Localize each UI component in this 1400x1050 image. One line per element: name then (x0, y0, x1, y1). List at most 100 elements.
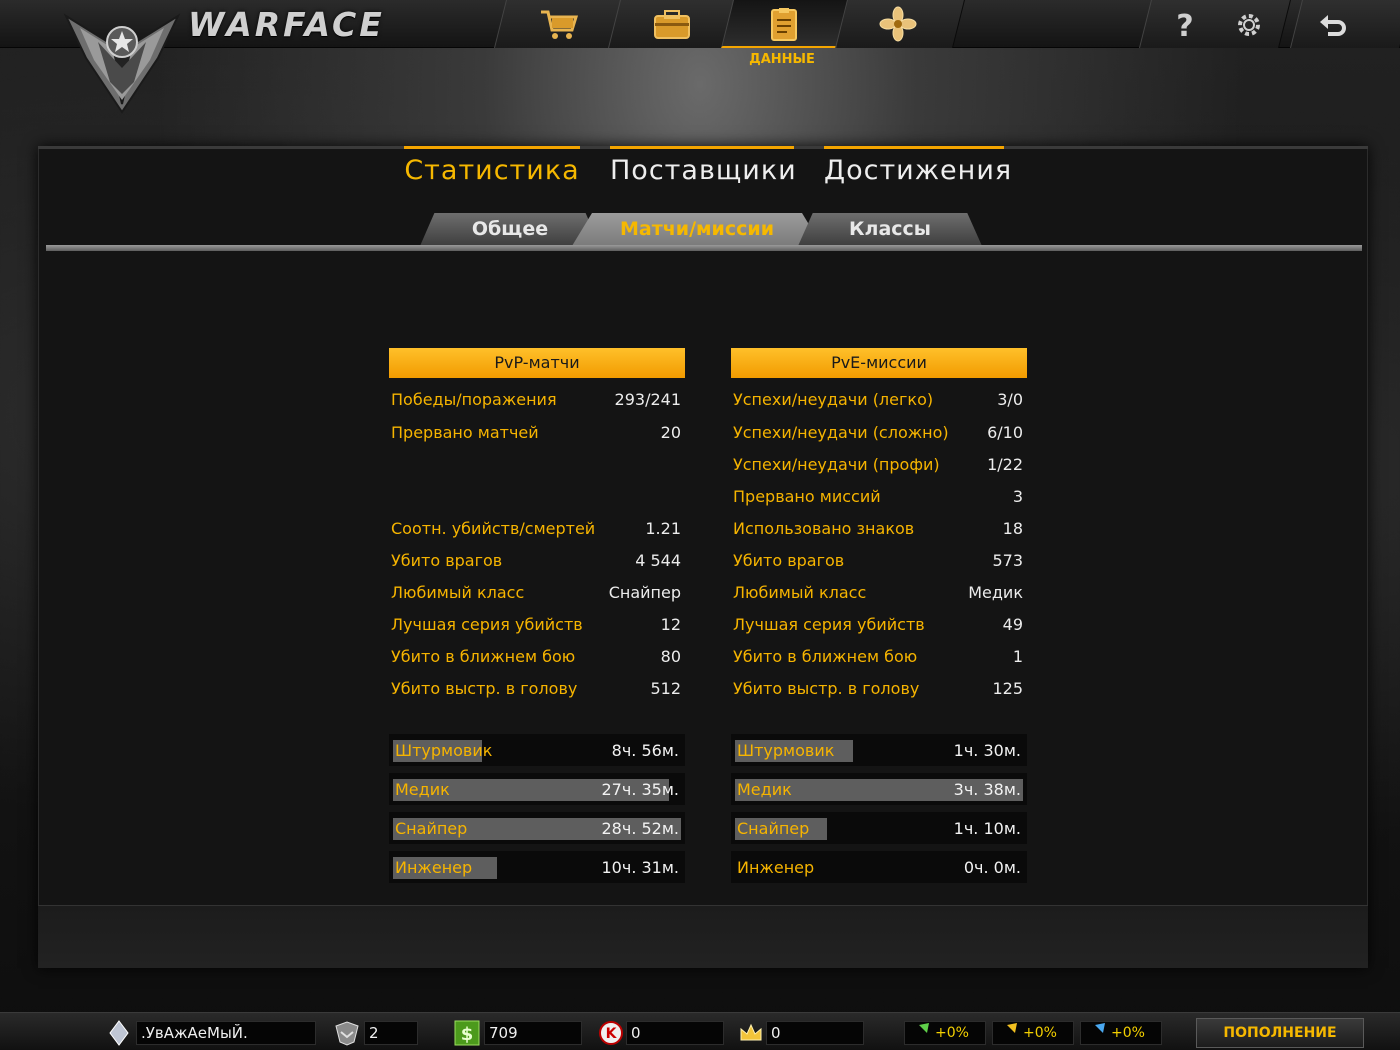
stat-row: Прервано миссий 3 (733, 487, 1023, 509)
stat-row: Любимый класс Медик (733, 583, 1023, 605)
stat-value: 49 (1002, 615, 1023, 634)
class-name: Снайпер (395, 819, 468, 838)
stat-row: Убито выстр. в голову 512 (391, 679, 681, 701)
stat-row: Победы/поражения 293/241 (391, 390, 681, 412)
stat-value: 125 (992, 679, 1023, 698)
stat-value: Снайпер (608, 583, 681, 602)
inventory-box-icon[interactable] (650, 6, 694, 42)
stat-row: Убито врагов 573 (733, 551, 1023, 573)
settings-gear-icon[interactable] (1232, 8, 1266, 42)
tab-statistics[interactable]: Статистика (404, 146, 580, 192)
stat-label: Успехи/неудачи (легко) (733, 390, 934, 409)
pve-header: PvE-миссии (731, 348, 1027, 378)
class-time-row: Медик 3ч. 38м. (731, 773, 1027, 805)
stat-label: Любимый класс (391, 583, 525, 602)
stat-label: Прервано миссий (733, 487, 881, 506)
stat-row: Убито врагов 4 544 (391, 551, 681, 573)
stat-row: Убито в ближнем бою 80 (391, 647, 681, 669)
class-time: 1ч. 30м. (953, 741, 1021, 760)
help-icon[interactable]: ? (1168, 8, 1202, 42)
class-time-row: Штурмовик 8ч. 56м. (389, 734, 685, 766)
stat-label: Победы/поражения (391, 390, 557, 409)
kredits-field: 0 (626, 1021, 724, 1045)
stat-value: 12 (660, 615, 681, 634)
class-time: 10ч. 31м. (601, 858, 680, 877)
class-name: Штурмовик (737, 741, 835, 760)
money-bonus: +0% (992, 1021, 1074, 1045)
warbucks-field: 709 (484, 1021, 582, 1045)
blue-arrow-icon (1085, 1023, 1105, 1043)
class-time-row: Инженер 0ч. 0м. (731, 851, 1027, 883)
stat-row: Прервано матчей 20 (391, 423, 681, 445)
top-up-account-button[interactable]: ПОПОЛНЕНИЕ СЧЕТА (1196, 1018, 1364, 1048)
stat-label: Убито врагов (733, 551, 845, 570)
class-time-row: Инженер 10ч. 31м. (389, 851, 685, 883)
stat-value: 3 (1012, 487, 1023, 506)
stat-value: 4 544 (635, 551, 681, 570)
class-time: 8ч. 56м. (611, 741, 679, 760)
stat-row: Лучшая серия убийств 12 (391, 615, 681, 637)
exit-back-icon[interactable] (1316, 8, 1350, 42)
class-name: Инженер (737, 858, 815, 877)
class-name: Инженер (395, 858, 473, 877)
stat-value: 20 (660, 423, 681, 442)
svg-text:$: $ (461, 1024, 474, 1045)
stat-value: 3/0 (997, 390, 1023, 409)
crown-icon (740, 1023, 762, 1041)
rank-badge-icon (335, 1021, 359, 1046)
yellow-arrow-icon (997, 1023, 1017, 1043)
stat-label: Лучшая серия убийств (733, 615, 925, 634)
warface-emblem-logo (63, 13, 181, 114)
achievement-flower-icon[interactable] (876, 6, 920, 42)
pve-column: PvE-миссии Успехи/неудачи (легко) 3/0 Ус… (731, 348, 1027, 883)
stat-value: 512 (650, 679, 681, 698)
stat-value: 6/10 (987, 423, 1023, 442)
stat-label: Убито в ближнем бою (391, 647, 576, 666)
class-name: Медик (395, 780, 450, 799)
panel-footer (38, 905, 1368, 968)
stat-row: Успехи/неудачи (легко) 3/0 (733, 390, 1023, 412)
stat-label: Убито выстр. в голову (733, 679, 920, 698)
class-time-row: Медик 27ч. 35м. (389, 773, 685, 805)
stat-row: Убито выстр. в голову 125 (733, 679, 1023, 701)
class-time-row: Снайпер 1ч. 10м. (731, 812, 1027, 844)
stat-label: Успехи/неудачи (профи) (733, 455, 940, 474)
tab-achievements[interactable]: Достижения (824, 146, 1011, 192)
crowns-field: 0 (766, 1021, 864, 1045)
utility-slot (1139, 0, 1291, 48)
class-time-row: Штурмовик 1ч. 30м. (731, 734, 1027, 766)
experience-bonus: +0% (904, 1021, 986, 1045)
subtab-rail (46, 245, 1362, 251)
stat-row: Лучшая серия убийств 49 (733, 615, 1023, 637)
pvp-column: PvP-матчи Победы/поражения 293/241 Прерв… (389, 348, 685, 883)
nickname-field: .УвАжАеМыЙ. (136, 1021, 316, 1045)
stat-value: 573 (992, 551, 1023, 570)
stat-label: Успехи/неудачи (сложно) (733, 423, 949, 442)
stat-value: 293/241 (614, 390, 681, 409)
kredits-k-icon: K (599, 1021, 623, 1045)
stat-label: Использовано знаков (733, 519, 915, 538)
bonus-value: +0% (1023, 1025, 1057, 1041)
stat-label: Лучшая серия убийств (391, 615, 583, 634)
green-arrow-icon (909, 1023, 929, 1043)
subtab-matches-missions[interactable]: Матчи/миссии (572, 213, 822, 246)
vendor-bonus: +0% (1080, 1021, 1162, 1045)
stat-label: Любимый класс (733, 583, 867, 602)
tab-suppliers[interactable]: Поставщики (610, 146, 796, 192)
class-name: Медик (737, 780, 792, 799)
stat-label: Прервано матчей (391, 423, 539, 442)
stat-label: Убито в ближнем бою (733, 647, 918, 666)
clipboard-data-icon[interactable] (762, 6, 806, 42)
warbucks-dollar-icon: $ (454, 1020, 480, 1046)
shopping-cart-icon[interactable] (537, 6, 581, 42)
svg-text:K: K (606, 1026, 618, 1042)
class-time: 28ч. 52м. (601, 819, 680, 838)
stat-row: Убито в ближнем бою 1 (733, 647, 1023, 669)
stat-row: Любимый класс Снайпер (391, 583, 681, 605)
stat-value: 1.21 (645, 519, 681, 538)
subtab-classes[interactable]: Классы (798, 213, 982, 246)
class-time: 3ч. 38м. (953, 780, 1021, 799)
class-time: 0ч. 0м. (963, 858, 1021, 877)
stat-row: Соотн. убийств/смертей 1.21 (391, 519, 681, 541)
class-name: Снайпер (737, 819, 810, 838)
